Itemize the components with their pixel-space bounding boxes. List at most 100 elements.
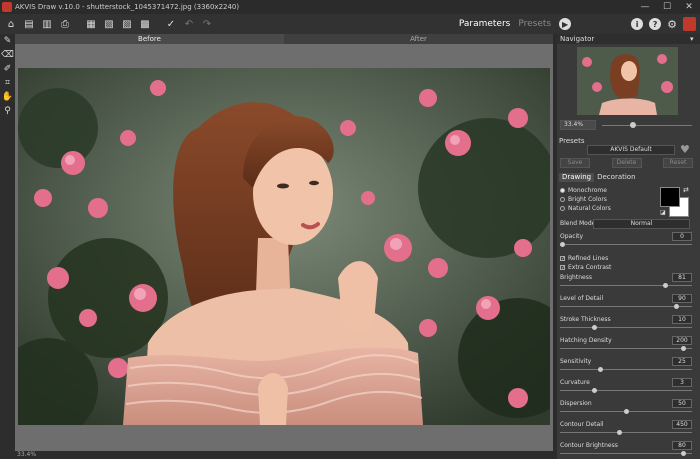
print-icon[interactable]: ⎙ <box>58 17 72 31</box>
param-slider-track[interactable] <box>560 348 692 349</box>
info-icon[interactable]: i <box>631 18 644 30</box>
open-file-icon[interactable]: ▤ <box>22 17 36 31</box>
pencil-icon[interactable]: ✎ <box>0 34 15 48</box>
hand-icon[interactable]: ✋ <box>0 90 15 104</box>
param-value-field[interactable]: 450 <box>672 420 692 429</box>
main-toolbar: ⌂ ▤ ▥ ⎙ ▦ ▧ ▨ ▩ ✓ ↶ ↷ Parameters Presets… <box>0 14 700 34</box>
undo-icon[interactable]: ↶ <box>182 17 196 31</box>
minimize-button[interactable]: — <box>634 2 656 12</box>
param-label: Dispersion <box>560 400 592 407</box>
crop-icon[interactable]: ⌗ <box>0 76 15 90</box>
home-icon[interactable]: ⌂ <box>4 17 18 31</box>
param-value-field[interactable]: 0 <box>672 232 692 241</box>
param-value-field[interactable]: 25 <box>672 357 692 366</box>
param-value-field[interactable]: 3 <box>672 378 692 387</box>
checkbox-checked-icon: ✓ <box>560 256 566 262</box>
param-slider-knob[interactable] <box>681 451 686 456</box>
param-slider-knob[interactable] <box>560 242 565 247</box>
navigator-zoom-knob[interactable] <box>630 122 636 128</box>
param-value-field[interactable]: 80 <box>672 441 692 450</box>
check-icon[interactable]: ✓ <box>164 17 178 31</box>
param-value-field[interactable]: 81 <box>672 273 692 282</box>
param-slider-knob[interactable] <box>592 325 597 330</box>
save-preset-button[interactable]: Save <box>560 158 590 168</box>
foreground-color-swatch[interactable] <box>660 187 680 207</box>
navigator-zoom-select[interactable]: 33.4% <box>560 120 596 130</box>
redo-icon[interactable]: ↷ <box>200 17 214 31</box>
param-hatching-density: Hatching Density 200 <box>560 336 692 353</box>
param-slider-track[interactable] <box>560 285 692 286</box>
preset-select[interactable]: AKVIS Default <box>587 145 675 155</box>
extra-contrast-label: Extra Contrast <box>568 264 612 271</box>
radio-bright-colors[interactable]: Bright Colors <box>560 196 607 203</box>
param-label: Curvature <box>560 379 590 386</box>
extra-contrast-checkbox[interactable]: ✓ Extra Contrast <box>560 264 611 271</box>
param-label: Contour Brightness <box>560 442 618 449</box>
param-slider-track[interactable] <box>560 244 692 245</box>
param-value-field[interactable]: 50 <box>672 399 692 408</box>
copy-icon[interactable]: ▨ <box>120 17 134 31</box>
horizontal-scrollbar[interactable] <box>15 451 553 459</box>
radio-label-bright: Bright Colors <box>568 196 607 203</box>
radio-natural-colors[interactable]: Natural Colors <box>560 205 611 212</box>
param-label: Brightness <box>560 274 592 281</box>
settings-icon[interactable]: ⚙ <box>667 18 677 31</box>
delete-preset-button[interactable]: Delete <box>611 158 642 168</box>
radio-monochrome[interactable]: Monochrome <box>560 187 607 194</box>
param-value-field[interactable]: 10 <box>672 315 692 324</box>
main-image[interactable] <box>18 68 550 425</box>
radio-dot-checked <box>560 188 565 193</box>
tab-decoration[interactable]: Decoration <box>594 173 638 182</box>
param-slider-track[interactable] <box>560 453 692 454</box>
blend-mode-select[interactable]: Normal <box>593 219 690 229</box>
param-slider-track[interactable] <box>560 327 692 328</box>
maximize-button[interactable]: ☐ <box>656 2 678 12</box>
app-logo-icon <box>2 2 12 12</box>
tab-after[interactable]: After <box>284 34 553 44</box>
param-slider-knob[interactable] <box>681 346 686 351</box>
navigator-zoom-slider[interactable] <box>602 125 692 126</box>
reset-colors-icon[interactable]: ◪ <box>660 209 666 216</box>
favorite-heart-icon[interactable]: ♥ <box>680 143 690 156</box>
tab-presets[interactable]: Presets <box>518 19 551 29</box>
radio-label-natural: Natural Colors <box>568 205 611 212</box>
reset-preset-button[interactable]: Reset <box>663 158 693 168</box>
radio-dot <box>560 197 565 202</box>
tab-before[interactable]: Before <box>15 34 284 44</box>
save-icon[interactable]: ▥ <box>40 17 54 31</box>
param-slider-knob[interactable] <box>663 283 668 288</box>
close-button[interactable]: ✕ <box>678 2 700 12</box>
tab-parameters[interactable]: Parameters <box>459 19 511 29</box>
param-slider-knob[interactable] <box>624 409 629 414</box>
settings-tabs: Drawing Decoration <box>559 173 639 182</box>
history-brush-icon[interactable]: ✐ <box>0 62 15 76</box>
param-slider-track[interactable] <box>560 390 692 391</box>
param-slider-knob[interactable] <box>617 430 622 435</box>
refined-lines-checkbox[interactable]: ✓ Refined Lines <box>560 255 608 262</box>
param-opacity: Opacity 0 <box>560 232 692 249</box>
param-slider-track[interactable] <box>560 306 692 307</box>
param-slider-knob[interactable] <box>674 304 679 309</box>
zoom-icon[interactable]: ⚲ <box>0 104 15 118</box>
run-icon[interactable]: ▶ <box>559 18 572 30</box>
param-slider-knob[interactable] <box>598 367 603 372</box>
akvis-logo-icon[interactable] <box>683 17 696 31</box>
param-slider-track[interactable] <box>560 369 692 370</box>
param-slider-track[interactable] <box>560 432 692 433</box>
collapse-icon[interactable]: ▾ <box>690 34 700 44</box>
checkbox-checked-icon: ✓ <box>560 265 566 271</box>
help-icon[interactable]: ? <box>649 18 662 30</box>
eraser-icon[interactable]: ⌫ <box>0 48 15 62</box>
param-dispersion: Dispersion 50 <box>560 399 692 416</box>
param-slider-knob[interactable] <box>592 388 597 393</box>
image-icon[interactable]: ▧ <box>102 17 116 31</box>
tab-drawing[interactable]: Drawing <box>559 173 595 182</box>
param-value-field[interactable]: 200 <box>672 336 692 345</box>
share-icon[interactable]: ▩ <box>138 17 152 31</box>
param-value-field[interactable]: 90 <box>672 294 692 303</box>
radio-label-monochrome: Monochrome <box>568 187 607 194</box>
param-label: Sensitivity <box>560 358 592 365</box>
swap-colors-icon[interactable]: ⇄ <box>683 186 689 194</box>
navigator-thumbnail[interactable] <box>577 47 678 115</box>
batch-icon[interactable]: ▦ <box>84 17 98 31</box>
